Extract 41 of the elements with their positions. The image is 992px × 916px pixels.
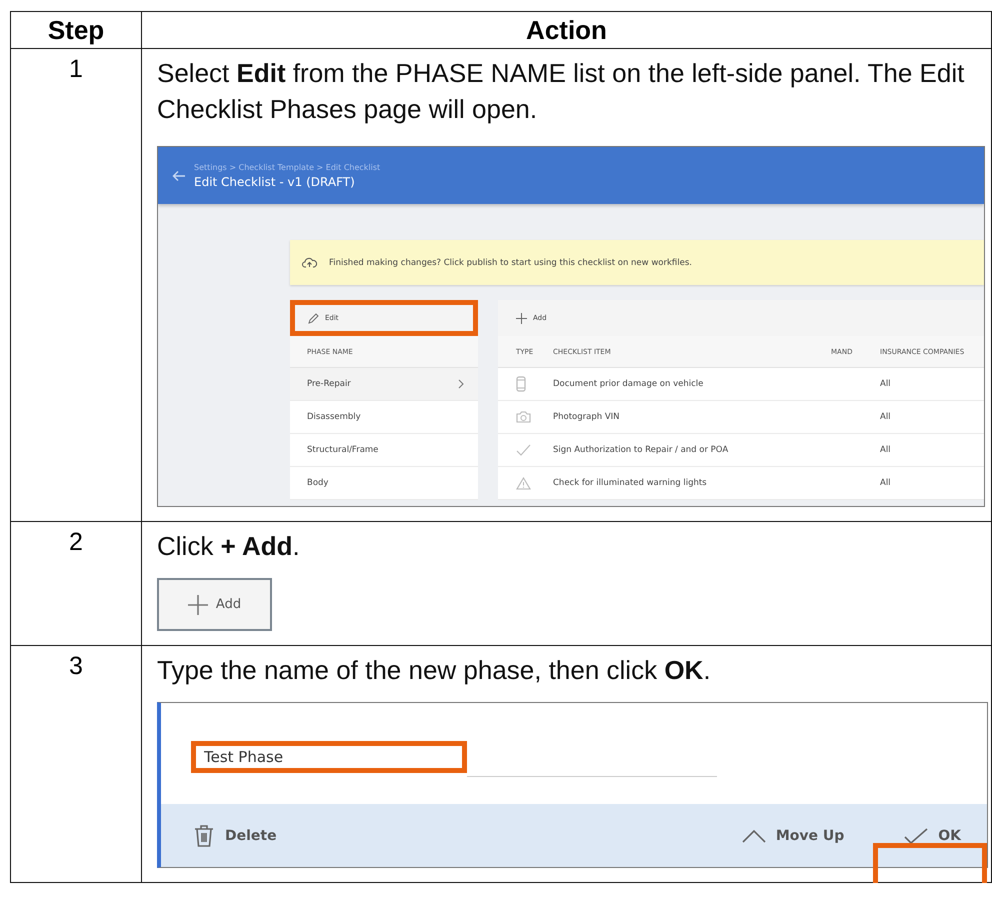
chevron-right-icon — [458, 379, 464, 389]
insurance-companies: All — [880, 445, 891, 455]
camera-icon — [516, 411, 531, 423]
plus-icon — [516, 312, 527, 324]
delete-button[interactable]: Delete — [193, 824, 277, 848]
breadcrumb: Settings > Checklist Template > Edit Checklist — [194, 162, 380, 172]
pencil-icon — [308, 312, 319, 324]
insurance-companies: All — [880, 478, 891, 488]
caret-up-icon — [742, 828, 766, 842]
insurance-companies: All — [880, 379, 891, 389]
phone-icon — [516, 376, 526, 392]
warning-icon — [516, 476, 531, 490]
phase-item[interactable]: Body — [290, 467, 478, 500]
plus-icon — [188, 594, 208, 614]
trash-icon — [193, 824, 215, 848]
step-number: 2 — [10, 522, 142, 646]
insurance-companies: All — [880, 412, 891, 422]
ok-button[interactable]: OK — [904, 828, 961, 844]
instruction-text: Type the name of the new phase, then click OK. — [157, 654, 712, 687]
checklist-item: Sign Authorization to Repair / and or POA — [553, 445, 728, 455]
checklist-item: Photograph VIN — [553, 412, 620, 422]
page-title: Edit Checklist - v1 (DRAFT) — [194, 174, 356, 188]
instruction-text: Select Edit from the PHASE NAME list on the left-side panel. The Edit Checklist Phases page will open. — [157, 57, 966, 126]
step-number: 3 — [10, 646, 142, 882]
cloud-upload-icon — [302, 257, 317, 268]
check-icon — [516, 444, 531, 456]
phase-item[interactable]: Pre-Repair — [290, 368, 478, 401]
add-button[interactable]: Add — [157, 578, 272, 631]
step-number: 1 — [10, 48, 142, 522]
phase-item[interactable]: Disassembly — [290, 401, 478, 434]
banner-text: Finished making changes? Click publish to start using this checklist on new workfiles. — [329, 258, 692, 268]
phase-name-field[interactable]: Test Phase — [191, 741, 467, 773]
column-header: Step — [10, 12, 142, 48]
check-icon — [904, 828, 928, 844]
instruction-text: Click + Add. — [157, 530, 301, 563]
column-header: Action — [142, 12, 992, 48]
checklist-item: Document prior damage on vehicle — [553, 379, 704, 389]
move-up-button[interactable]: Move Up — [742, 828, 844, 844]
phase-item[interactable]: Structural/Frame — [290, 434, 478, 467]
checklist-item: Check for illuminated warning lights — [553, 478, 707, 488]
back-arrow-icon — [172, 170, 186, 182]
